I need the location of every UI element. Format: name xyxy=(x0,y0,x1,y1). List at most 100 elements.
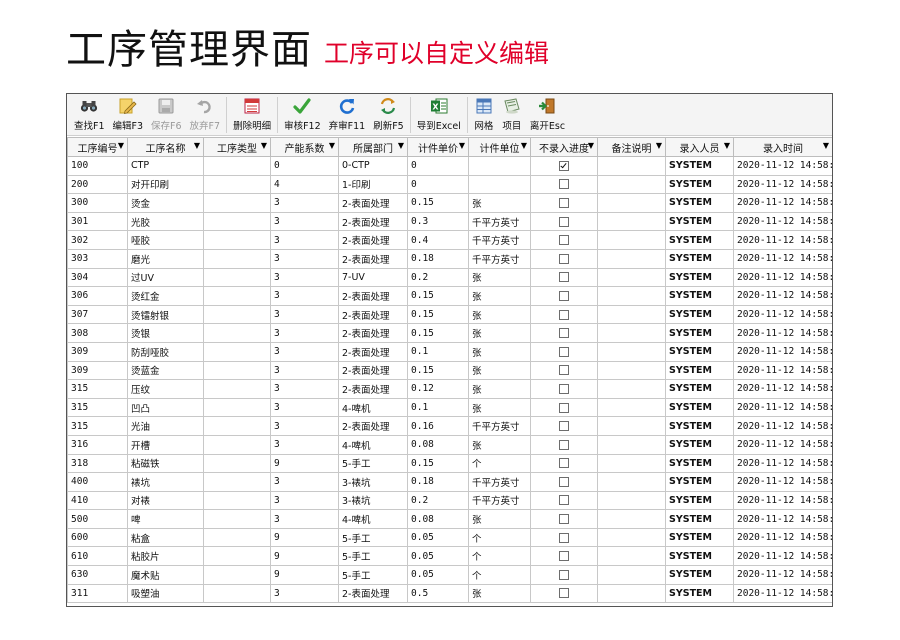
cell-dept[interactable]: 2-表面处理 xyxy=(338,360,408,381)
cell-capacity[interactable]: 4 xyxy=(270,174,339,195)
column-header[interactable]: 工序编号 ▼ xyxy=(67,137,128,157)
cell-unit[interactable]: 千平方英寸 xyxy=(468,211,531,232)
toolbar-button-check[interactable]: 审核F12 xyxy=(281,94,324,132)
cell-code[interactable]: 308 xyxy=(67,323,128,343)
cell-code[interactable]: 309 xyxy=(67,341,128,362)
cell-price[interactable]: 0.05 xyxy=(407,527,469,548)
cell-note[interactable] xyxy=(597,527,666,548)
table-row[interactable]: 311吸塑油 32-表面处理0.5张 SYSTEM2020-11-12 14:58:… xyxy=(67,583,832,604)
cell-code[interactable]: 315 xyxy=(67,397,128,418)
cell-note[interactable] xyxy=(597,434,666,455)
table-row[interactable]: 600粘盒 95-手工0.05个 SYSTEM2020-11-12 14:58:48 xyxy=(67,527,832,548)
cell-user[interactable]: SYSTEM xyxy=(665,397,734,418)
cell-name[interactable]: 磨光 xyxy=(127,248,204,269)
cell-note[interactable] xyxy=(597,565,666,585)
no-progress-cell[interactable] xyxy=(530,434,598,455)
no-progress-cell[interactable] xyxy=(530,267,598,288)
cell-time[interactable]: 2020-11-12 14:58:49 xyxy=(733,583,832,604)
cell-unit[interactable]: 张 xyxy=(468,397,531,418)
cell-dept[interactable]: 7-UV xyxy=(338,267,408,288)
cell-user[interactable]: SYSTEM xyxy=(665,490,734,511)
cell-user[interactable]: SYSTEM xyxy=(665,323,734,343)
cell-price[interactable]: 0.2 xyxy=(407,267,469,288)
cell-price[interactable]: 0.5 xyxy=(407,583,469,604)
cell-name[interactable]: 凹凸 xyxy=(127,397,204,418)
cell-code[interactable]: 318 xyxy=(67,453,128,474)
table-row[interactable]: 316开槽 34-啤机0.08张 SYSTEM2020-11-12 14:58:48 xyxy=(67,434,832,455)
cell-code[interactable]: 311 xyxy=(67,583,128,604)
table-row[interactable]: 315压纹 32-表面处理0.12张 SYSTEM2020-11-12 14:58:… xyxy=(67,379,832,399)
cell-time[interactable]: 2020-11-12 14:58:48 xyxy=(733,248,832,269)
cell-note[interactable] xyxy=(597,286,666,306)
cell-code[interactable]: 630 xyxy=(67,565,128,585)
no-progress-cell[interactable] xyxy=(530,583,598,604)
cell-code[interactable]: 315 xyxy=(67,379,128,399)
no-progress-checkbox[interactable] xyxy=(559,272,569,283)
cell-capacity[interactable]: 3 xyxy=(270,360,339,381)
cell-price[interactable]: 0 xyxy=(407,174,469,195)
cell-user[interactable]: SYSTEM xyxy=(665,174,734,195)
no-progress-checkbox[interactable] xyxy=(559,476,569,487)
no-progress-cell[interactable] xyxy=(530,379,598,399)
cell-unit[interactable] xyxy=(468,174,531,195)
cell-code[interactable]: 200 xyxy=(67,174,128,195)
cell-type[interactable] xyxy=(203,230,271,250)
no-progress-cell[interactable] xyxy=(530,360,598,381)
cell-dept[interactable]: 1-印刷 xyxy=(338,174,408,195)
cell-time[interactable]: 2020-11-12 14:58:48 xyxy=(733,193,832,213)
cell-dept[interactable]: 2-表面处理 xyxy=(338,341,408,362)
no-progress-cell[interactable] xyxy=(530,546,598,567)
cell-note[interactable] xyxy=(597,583,666,604)
filter-dropdown-icon[interactable]: ▼ xyxy=(823,141,829,150)
table-row[interactable]: 318粘磁铁 95-手工0.15个 SYSTEM2020-11-12 14:58:4… xyxy=(67,453,832,474)
cell-type[interactable] xyxy=(203,397,271,418)
cell-type[interactable] xyxy=(203,472,271,492)
cell-dept[interactable]: 2-表面处理 xyxy=(338,416,408,436)
column-header[interactable]: 录入人员 ▼ xyxy=(665,137,734,157)
cell-price[interactable]: 0.15 xyxy=(407,304,469,325)
cell-dept[interactable]: 3-裱坑 xyxy=(338,490,408,511)
cell-name[interactable]: 开槽 xyxy=(127,434,204,455)
cell-name[interactable]: 粘盒 xyxy=(127,527,204,548)
cell-dept[interactable]: 5-手工 xyxy=(338,546,408,567)
cell-price[interactable]: 0.15 xyxy=(407,193,469,213)
cell-note[interactable] xyxy=(597,397,666,418)
table-row[interactable]: 400 裱坑 3 3-裱坑 0.18 千平方英寸 SYSTEM 2020-11-12 14:5… xyxy=(67,472,832,492)
cell-type[interactable] xyxy=(203,304,271,325)
cell-dept[interactable]: 2-表面处理 xyxy=(338,248,408,269)
no-progress-checkbox[interactable] xyxy=(559,439,569,450)
cell-user[interactable]: SYSTEM xyxy=(665,416,734,436)
no-progress-cell[interactable] xyxy=(530,416,598,436)
cell-unit[interactable]: 千平方英寸 xyxy=(468,248,531,269)
cell-unit[interactable]: 个 xyxy=(468,453,531,474)
table-row[interactable]: 304过UV 37-UV0.2张 SYSTEM2020-11-12 14:58:48 xyxy=(67,267,832,288)
cell-price[interactable]: 0.05 xyxy=(407,546,469,567)
cell-user[interactable]: SYSTEM xyxy=(665,156,734,176)
cell-user[interactable]: SYSTEM xyxy=(665,527,734,548)
no-progress-cell[interactable] xyxy=(530,341,598,362)
cell-dept[interactable]: 2-表面处理 xyxy=(338,323,408,343)
no-progress-cell[interactable] xyxy=(530,509,598,529)
filter-dropdown-icon[interactable]: ▼ xyxy=(398,141,404,150)
cell-user[interactable]: SYSTEM xyxy=(665,565,734,585)
cell-code[interactable]: 302 xyxy=(67,230,128,250)
toolbar-button-save-disk[interactable]: 保存F6 xyxy=(148,94,185,132)
cell-dept[interactable]: 2-表面处理 xyxy=(338,286,408,306)
cell-name[interactable]: 魔术贴 xyxy=(127,565,204,585)
no-progress-checkbox[interactable] xyxy=(559,346,569,357)
cell-time[interactable]: 2020-11-12 14:58:48 xyxy=(733,323,832,343)
no-progress-checkbox[interactable] xyxy=(559,421,569,432)
cell-dept[interactable]: 5-手工 xyxy=(338,565,408,585)
cell-time[interactable]: 2020-11-12 14:58:48 xyxy=(733,360,832,381)
cell-capacity[interactable]: 0 xyxy=(270,156,339,176)
no-progress-cell[interactable] xyxy=(530,527,598,548)
column-header[interactable]: 产能系数 ▼ xyxy=(270,137,339,157)
filter-dropdown-icon[interactable]: ▼ xyxy=(194,141,200,150)
cell-name[interactable]: 对裱 xyxy=(127,490,204,511)
table-row[interactable]: 315 光油 3 2-表面处理 0.16 千平方英寸 SYSTEM 2020-11-12 14… xyxy=(67,416,832,436)
cell-note[interactable] xyxy=(597,453,666,474)
no-progress-checkbox[interactable] xyxy=(559,551,569,562)
cell-name[interactable]: 烫蓝金 xyxy=(127,360,204,381)
column-header[interactable]: 录入时间 ▼ xyxy=(733,137,832,157)
cell-price[interactable]: 0.1 xyxy=(407,397,469,418)
